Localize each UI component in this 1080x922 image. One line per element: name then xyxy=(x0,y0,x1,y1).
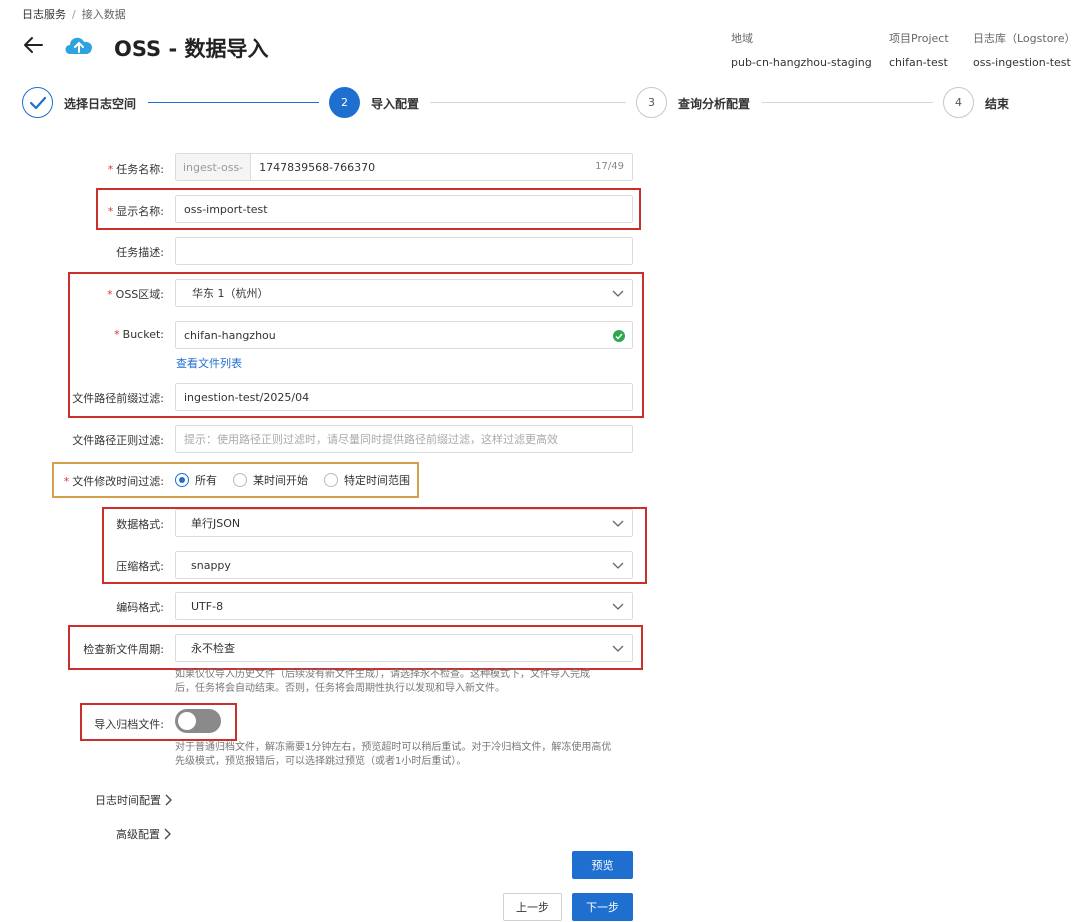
archive-help-line: 先级模式，预览报错后，可以选择跳过预览（或者1小时后重试）。 xyxy=(175,756,467,767)
check-period-help-line: 后，任务将会自动结束。否则，任务将会周期性执行以发现和导入新文件。 xyxy=(175,683,505,694)
bucket-value: chifan-hangzhou xyxy=(184,328,276,342)
oss-region-select[interactable]: 华东 1（杭州） xyxy=(175,279,633,307)
data-format-value: 单行JSON xyxy=(191,517,241,530)
mtime-filter-group: 所有 某时间开始 特定时间范围 xyxy=(175,472,410,488)
meta-logstore-value: oss-ingestion-test xyxy=(973,56,1071,69)
step-1-circle xyxy=(22,87,53,118)
mtime-filter-label: * 文件修改时间过滤: xyxy=(63,475,164,488)
step-1-label: 选择日志空间 xyxy=(64,97,137,111)
oss-region-value: 华东 1（杭州） xyxy=(192,287,269,300)
data-format-label: 数据格式: xyxy=(116,518,164,531)
meta-project-key: 项目Project xyxy=(889,32,949,45)
step-2-circle: 2 xyxy=(329,87,360,118)
view-file-list-link[interactable]: 查看文件列表 xyxy=(176,355,242,371)
check-period-help: 如果仅仅导入历史文件（后续没有新文件生成），请选择永不检查。这种模式下，文件导入… xyxy=(175,668,590,696)
meta-region-value: pub-cn-hangzhou-staging xyxy=(731,56,872,69)
meta-region-key: 地域 xyxy=(731,32,753,45)
bucket-label: * Bucket: xyxy=(114,328,164,341)
char-counter: 17/49 xyxy=(595,161,624,172)
compression-value: snappy xyxy=(191,558,231,572)
oss-region-label: * OSS区域: xyxy=(107,288,164,301)
step-4-circle: 4 xyxy=(943,87,974,118)
next-step-button[interactable]: 下一步 xyxy=(572,893,633,921)
task-name-prefix: ingest-oss- xyxy=(176,154,252,180)
check-period-help-line: 如果仅仅导入历史文件（后续没有新文件生成），请选择永不检查。这种模式下，文件导入… xyxy=(175,669,590,680)
path-prefix-value: ingestion-test/2025/04 xyxy=(184,390,310,404)
task-name-field[interactable]: ingest-oss- 1747839568-766370 17/49 xyxy=(175,153,633,181)
chevron-right-icon xyxy=(165,794,172,806)
advanced-config-toggle[interactable]: 高级配置 xyxy=(116,826,171,842)
bucket-field[interactable]: chifan-hangzhou xyxy=(175,321,633,349)
chevron-down-icon xyxy=(612,645,624,652)
meta-logstore-key: 日志库（Logstore） xyxy=(973,32,1076,45)
chevron-right-icon xyxy=(164,828,171,840)
back-arrow-icon[interactable] xyxy=(22,34,44,56)
data-format-select[interactable]: 单行JSON xyxy=(175,509,633,537)
check-icon xyxy=(29,96,46,109)
display-name-field[interactable]: oss-import-test xyxy=(175,195,633,223)
step-connector xyxy=(430,102,626,103)
path-prefix-field[interactable]: ingestion-test/2025/04 xyxy=(175,383,633,411)
chevron-down-icon xyxy=(612,562,624,569)
radio-time-range[interactable] xyxy=(324,473,338,487)
encoding-select[interactable]: UTF-8 xyxy=(175,592,633,620)
display-name-label: * 显示名称: xyxy=(107,205,164,218)
path-regex-placeholder: 提示：使用路径正则过滤时，请尽量同时提供路径前缀过滤，这样过滤更高效 xyxy=(184,433,558,446)
step-connector xyxy=(762,102,933,103)
encoding-value: UTF-8 xyxy=(191,599,224,613)
task-desc-label: 任务描述: xyxy=(116,246,164,259)
compression-select[interactable]: snappy xyxy=(175,551,633,579)
step-2-label: 导入配置 xyxy=(371,97,420,111)
path-regex-field[interactable]: 提示：使用路径正则过滤时，请尽量同时提供路径前缀过滤，这样过滤更高效 xyxy=(175,425,633,453)
archive-help-line: 对于普通归档文件，解冻需要1分钟左右，预览超时可以稍后重试。对于冷归档文件，解冻… xyxy=(175,742,612,753)
meta-logstore: 日志库（Logstore） oss-ingestion-test xyxy=(973,30,1075,69)
path-prefix-label: 文件路径前缀过滤: xyxy=(72,392,164,405)
encoding-label: 编码格式: xyxy=(116,601,164,614)
meta-region: 地域 pub-cn-hangzhou-staging xyxy=(731,30,872,69)
oss-cloud-icon xyxy=(65,37,93,54)
check-period-select[interactable]: 永不检查 xyxy=(175,634,633,662)
compression-label: 压缩格式: xyxy=(116,560,164,573)
log-time-config-toggle[interactable]: 日志时间配置 xyxy=(95,792,172,808)
step-4-label: 结束 xyxy=(985,97,1010,111)
archive-label: 导入归档文件: xyxy=(94,718,164,731)
chevron-down-icon xyxy=(612,603,624,610)
breadcrumb-root[interactable]: 日志服务 xyxy=(22,6,66,22)
breadcrumb: 日志服务 / 接入数据 xyxy=(22,6,126,22)
path-regex-label: 文件路径正则过滤: xyxy=(72,434,164,447)
page-title: OSS - 数据导入 xyxy=(114,37,269,61)
chevron-down-icon xyxy=(612,520,624,527)
step-3-circle: 3 xyxy=(636,87,667,118)
radio-all-label: 所有 xyxy=(195,474,217,487)
step-connector xyxy=(148,102,319,103)
chevron-down-icon xyxy=(612,290,624,297)
radio-since-time[interactable] xyxy=(233,473,247,487)
check-period-value: 永不检查 xyxy=(191,642,235,655)
valid-check-icon xyxy=(613,330,625,342)
step-3-label: 查询分析配置 xyxy=(678,97,751,111)
breadcrumb-separator: / xyxy=(72,7,76,21)
log-time-config-label: 日志时间配置 xyxy=(95,794,161,807)
display-name-value: oss-import-test xyxy=(184,202,268,216)
meta-project: 项目Project chifan-test xyxy=(889,30,949,69)
task-name-label: * 任务名称: xyxy=(107,163,164,176)
meta-project-value: chifan-test xyxy=(889,56,948,69)
prev-step-button[interactable]: 上一步 xyxy=(503,893,562,921)
task-name-value: 1747839568-766370 xyxy=(259,160,376,174)
archive-help: 对于普通归档文件，解冻需要1分钟左右，预览超时可以稍后重试。对于冷归档文件，解冻… xyxy=(175,741,611,769)
breadcrumb-current: 接入数据 xyxy=(81,8,126,21)
radio-all[interactable] xyxy=(175,473,189,487)
check-period-label: 检查新文件周期: xyxy=(83,643,164,656)
archive-toggle[interactable] xyxy=(175,709,221,733)
advanced-config-label: 高级配置 xyxy=(116,828,160,841)
radio-since-time-label: 某时间开始 xyxy=(253,474,308,487)
preview-button[interactable]: 预览 xyxy=(572,851,633,879)
task-desc-field[interactable] xyxy=(175,237,633,265)
radio-time-range-label: 特定时间范围 xyxy=(344,474,410,487)
